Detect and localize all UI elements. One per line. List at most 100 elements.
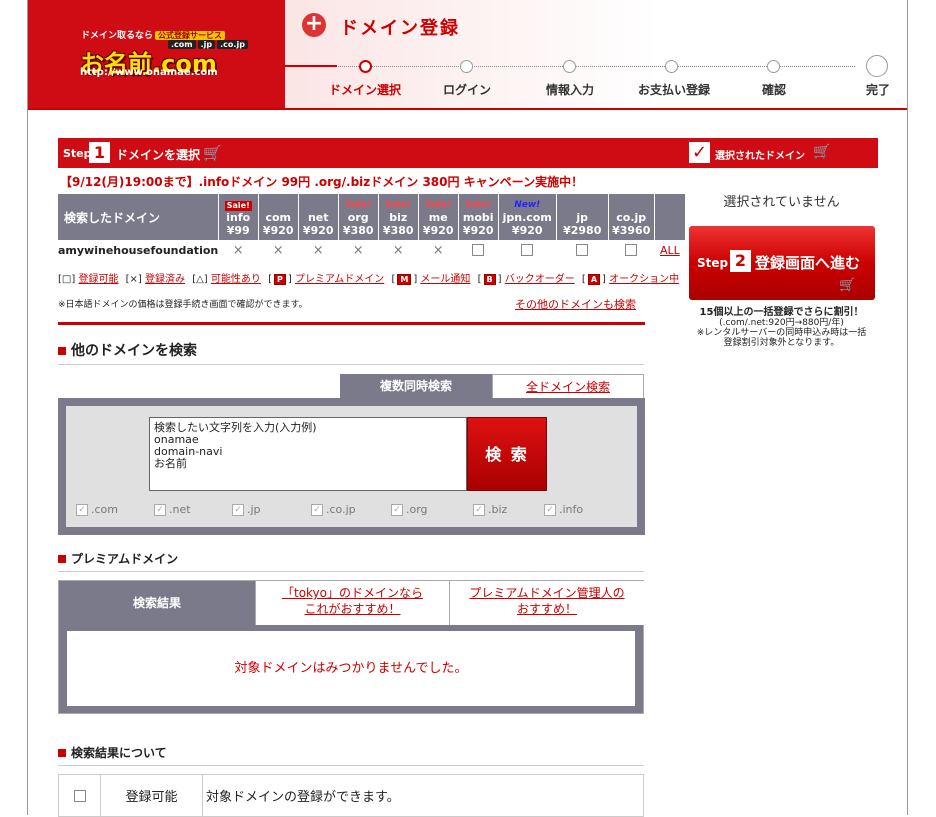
- step1-bar: Step 1 ドメインを選択 🛒: [58, 138, 685, 168]
- tld-column-net: net ¥920: [298, 194, 339, 240]
- legend-link[interactable]: 登録可能: [78, 274, 118, 285]
- sale-badge: Sale!: [425, 200, 452, 210]
- premium-tab-results[interactable]: 検索結果: [59, 581, 255, 625]
- cart-icon: 🛒: [813, 144, 831, 160]
- legend-link[interactable]: メール通知: [420, 274, 470, 285]
- checkbox-icon[interactable]: ✓: [391, 504, 403, 516]
- check-icon: ✓: [689, 142, 710, 163]
- checkbox-icon[interactable]: ✓: [232, 504, 244, 516]
- header-progress: + ドメイン登録 ドメイン選択 ログイン 情報入力 お支払い登録 確認 完了: [285, 0, 907, 108]
- checkbox-icon: [73, 789, 86, 802]
- tld-checkbox[interactable]: ✓ .net: [154, 503, 191, 516]
- progress-step-payment: お支払い登録: [637, 83, 711, 97]
- tld-checkbox[interactable]: ✓ .org: [391, 503, 428, 516]
- legend-mark-icon: P: [273, 274, 286, 285]
- legend-mark: [□]: [58, 274, 76, 285]
- legend-mark-icon: A: [587, 274, 601, 285]
- campaign-banner[interactable]: 【9/12(月)19:00まで】.infoドメイン 99円 .org/.bizド…: [60, 173, 583, 190]
- bulk-discount-note: 15個以上の一括登録でさらに割引！ (.com/.net:920円→880円/年…: [696, 307, 867, 349]
- domain-results-table: 検索したドメイン Sale! info ¥99 com ¥920 net ¥920 Sale!…: [58, 194, 687, 260]
- tld-price: ¥2980: [563, 224, 602, 237]
- domain-select-checkbox[interactable]: [458, 240, 498, 260]
- tld-checkbox[interactable]: ✓ .biz: [473, 503, 507, 516]
- plus-icon: +: [302, 13, 326, 37]
- taken-mark: ×: [432, 242, 444, 258]
- domain-row: amywinehousefoundation × × × × × × ALL: [58, 240, 686, 260]
- domain-select-checkbox[interactable]: [556, 240, 608, 260]
- legend-item: [△] 可能性あり: [192, 274, 268, 285]
- premium-tab-tokyo[interactable]: 「tokyo」のドメインなら これがおすすめ！: [255, 581, 449, 625]
- about-results-table: 登録可能 対象ドメインの登録ができます。: [58, 774, 644, 817]
- tld-column-co.jp: co.jp ¥3960: [608, 194, 655, 240]
- legend-item: [B] バックオーダー: [477, 274, 575, 285]
- legend-mark: [×]: [125, 274, 142, 285]
- tld-checkbox[interactable]: ✓ .com: [76, 503, 118, 516]
- tld-price: ¥380: [382, 224, 414, 237]
- progress-line-active: [285, 65, 337, 67]
- progress-dot-3: [563, 60, 576, 73]
- domain-select-checkbox[interactable]: [498, 240, 556, 260]
- square-bullet-icon: [58, 749, 66, 757]
- checkbox-icon[interactable]: [472, 244, 485, 256]
- tld-name: mobi: [462, 211, 494, 224]
- progress-dot-4: [665, 60, 678, 73]
- other-search-heading: 他のドメインを検索: [58, 340, 644, 365]
- taken-mark: ×: [392, 242, 404, 258]
- checkbox-icon[interactable]: ✓: [76, 504, 88, 516]
- tld-price: ¥380: [342, 224, 374, 237]
- premium-empty-message: 対象ドメインはみつかりませんでした。: [67, 631, 635, 706]
- tld-column-mobi: Sale! mobi ¥920: [458, 194, 499, 240]
- legend-link[interactable]: バックオーダー: [505, 274, 575, 285]
- tab-all-domain-search[interactable]: 全ドメイン検索: [492, 374, 644, 399]
- step-label: Step: [63, 147, 92, 160]
- tld-name: net: [307, 211, 329, 224]
- domain-select-checkbox[interactable]: [608, 240, 654, 260]
- tld-checkbox[interactable]: ✓ .co.jp: [311, 503, 356, 516]
- new-badge: New!: [514, 200, 541, 210]
- other-domain-search-link[interactable]: その他のドメインも検索: [515, 296, 636, 312]
- tld-column-biz: Sale! biz ¥380: [378, 194, 419, 240]
- checkbox-icon[interactable]: [521, 244, 534, 256]
- checkbox-icon[interactable]: ✓: [544, 504, 556, 516]
- tld-checkbox[interactable]: ✓ .jp: [232, 503, 261, 516]
- legend-link[interactable]: プレミアムドメイン: [295, 274, 384, 285]
- legend-mark: [△]: [192, 274, 208, 285]
- step-number: 1: [89, 142, 110, 163]
- page-title: ドメイン登録: [340, 18, 460, 39]
- search-tabs: 複数同時検索 全ドメイン検索: [340, 374, 644, 399]
- search-box: 検 索 ✓.com ✓.net ✓.jp ✓.co.jp ✓.org ✓.biz ✓.inf…: [58, 398, 645, 535]
- search-button[interactable]: 検 索: [467, 417, 547, 491]
- section-divider: [58, 322, 645, 325]
- checkbox-icon[interactable]: [576, 244, 589, 256]
- jp-domain-note: ※日本語ドメインの価格は登録手続き画面で確認ができます。: [58, 300, 308, 310]
- legend-link[interactable]: 登録済み: [145, 274, 185, 285]
- checkbox-icon[interactable]: ✓: [154, 504, 166, 516]
- select-all-link[interactable]: ALL: [660, 244, 680, 257]
- taken-mark: ×: [272, 242, 284, 258]
- tld-name: me: [428, 211, 448, 224]
- tab-multi-search[interactable]: 複数同時検索: [340, 374, 492, 399]
- tld-checkbox[interactable]: ✓ .info: [544, 503, 583, 516]
- legend-mark-icon: M: [397, 274, 412, 285]
- selected-domains-header: ✓ 選択されたドメイン 🛒: [685, 138, 878, 168]
- checkbox-icon[interactable]: ✓: [473, 504, 485, 516]
- legend-item: [A] オークション中: [581, 274, 680, 285]
- tld-name: jpn.com: [502, 211, 552, 224]
- legend-link[interactable]: オークション中: [609, 274, 679, 285]
- tld-name: jp: [576, 211, 589, 224]
- premium-tab-manager[interactable]: プレミアムドメイン管理人の おすすめ！: [449, 581, 644, 625]
- legend-link[interactable]: 可能性あり: [211, 274, 261, 285]
- tld-name: co.jp: [616, 211, 647, 224]
- legend-item: [□] 登録可能: [58, 274, 126, 285]
- about-label: 登録可能: [100, 774, 203, 817]
- tld-price: ¥3960: [612, 224, 651, 237]
- checkbox-icon[interactable]: ✓: [311, 504, 323, 516]
- about-desc: 対象ドメインの登録ができます。: [202, 774, 644, 817]
- tld-name: com: [265, 211, 291, 224]
- checkbox-icon[interactable]: [625, 244, 638, 256]
- search-textarea[interactable]: [149, 417, 467, 491]
- tld-name: biz: [389, 211, 408, 224]
- header: ドメイン取るなら 公式登録サービス .com .jp .co.jp お名前.com h…: [28, 0, 907, 110]
- proceed-to-registration-button[interactable]: Step 2 登録画面へ進む 🛒: [689, 226, 875, 300]
- onamae-logo[interactable]: ドメイン取るなら 公式登録サービス .com .jp .co.jp お名前.com h…: [28, 0, 285, 108]
